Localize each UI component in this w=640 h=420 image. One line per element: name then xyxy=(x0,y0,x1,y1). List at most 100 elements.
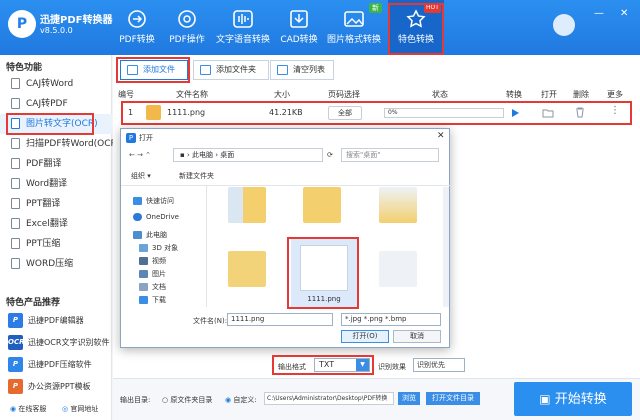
sidebar-item-ppt-translate[interactable]: PPT翻译 xyxy=(0,194,112,214)
start-convert-button[interactable]: ▣ 开始转换 xyxy=(514,382,632,416)
online-service-link[interactable]: ◉ 在线客服 xyxy=(10,404,46,414)
sidebar-item-excel-translate[interactable]: Excel翻译 xyxy=(0,214,112,234)
path-segment[interactable]: 此电脑 xyxy=(192,151,213,159)
sidebar-item-label: 扫描PDF转Word(OCR) xyxy=(26,139,121,149)
folder-thumbnail[interactable] xyxy=(228,251,266,287)
tree-item[interactable]: 快速访问 xyxy=(133,195,174,208)
radio-source-folder[interactable]: ○ 原文件夹目录 xyxy=(162,395,212,405)
add-file-icon xyxy=(127,65,138,75)
avatar[interactable] xyxy=(553,14,575,36)
sidebar-item-label: Word翻译 xyxy=(26,179,68,189)
tree-item[interactable]: 3D 对象 xyxy=(139,242,178,255)
clear-list-button[interactable]: 清空列表 xyxy=(270,60,334,80)
open-file-dialog: P 打开 ✕ ← → ⌃ ▪ › 此电脑 › 桌面 ⟳ 搜索"桌面" 组织 ▾ … xyxy=(120,128,451,348)
sidebar-item-word-translate[interactable]: Word翻译 xyxy=(0,174,112,194)
column-header: 编号 xyxy=(118,90,134,99)
chat-icon: ◉ xyxy=(10,405,17,413)
folder-thumbnail[interactable] xyxy=(228,187,266,223)
ppt-icon: P xyxy=(8,379,23,394)
open-output-folder-button[interactable]: 打开文件目录 xyxy=(426,392,480,405)
sidebar-section-title: 特色产品推荐 xyxy=(6,298,61,308)
product-ocr[interactable]: OCR 迅捷OCR文字识别软件 xyxy=(0,332,112,354)
tree-item[interactable]: 下载 xyxy=(139,294,166,307)
output-path-input[interactable]: C:\Users\Administrator\Desktop\PDF转换 xyxy=(264,392,394,405)
folder-icon xyxy=(200,65,211,75)
image-thumbnail xyxy=(300,245,348,291)
column-header: 删除 xyxy=(573,90,589,99)
sidebar-item-caj-pdf[interactable]: CAJ转PDF xyxy=(0,94,112,114)
add-folder-button[interactable]: 添加文件夹 xyxy=(193,60,269,80)
nav-voice[interactable]: 文字语音转换 xyxy=(212,0,274,55)
nav-label: 特色转换 xyxy=(397,35,434,45)
top-navigation-bar: P 迅捷PDF转换器 v8.5.0.0 PDF转换 PDF操作 文字语音转换 C… xyxy=(0,0,640,55)
nav-cad[interactable]: CAD转换 xyxy=(276,0,322,55)
column-header: 页码选择 xyxy=(328,90,360,99)
play-icon[interactable] xyxy=(510,108,520,118)
sidebar-item-label: CAJ转Word xyxy=(26,79,74,89)
nav-pdf-operate[interactable]: PDF操作 xyxy=(163,0,211,55)
app-title: 迅捷PDF转换器 xyxy=(40,15,113,26)
page-select[interactable]: 全部 xyxy=(328,106,362,120)
tree-item[interactable]: OneDrive xyxy=(133,211,179,224)
sidebar-item-ppt-compress[interactable]: PPT压缩 xyxy=(0,234,112,254)
selected-file-item[interactable]: 1111.png xyxy=(291,239,357,307)
effect-label: 识别效果 xyxy=(378,363,406,371)
address-bar[interactable]: ▪ › 此电脑 › 桌面 xyxy=(173,148,323,162)
product-label: 迅捷PDF编辑器 xyxy=(28,316,84,325)
start-label: 开始转换 xyxy=(554,392,607,407)
browse-button[interactable]: 浏览 xyxy=(398,392,420,405)
sidebar-item-label: PDF翻译 xyxy=(26,159,62,169)
tree-item[interactable]: 图片 xyxy=(139,268,166,281)
more-icon[interactable]: ⋮ xyxy=(610,105,620,116)
globe-icon: ◎ xyxy=(62,405,69,413)
dialog-close-icon[interactable]: ✕ xyxy=(437,131,445,141)
nav-pdf-convert[interactable]: PDF转换 xyxy=(113,0,161,55)
filetype-select[interactable]: *.jpg *.png *.bmp xyxy=(341,313,441,326)
product-label: 办公资源PPT模板 xyxy=(28,382,91,391)
sidebar-item-ocr[interactable]: 图片转文字(OCR) xyxy=(0,114,112,134)
folder-thumbnail[interactable] xyxy=(379,187,417,223)
product-compress[interactable]: P 迅捷PDF压缩软件 xyxy=(0,354,112,376)
voice-icon xyxy=(233,10,253,28)
scrollbar[interactable] xyxy=(443,187,449,307)
table-row[interactable]: 1 1111.png 41.21KB 全部 0% ⋮ xyxy=(118,103,632,123)
row-filename: 1111.png xyxy=(167,108,206,117)
tree-item[interactable]: 视频 xyxy=(139,255,166,268)
cloud-icon xyxy=(133,213,142,221)
filename-input[interactable]: 1111.png xyxy=(227,313,333,326)
add-file-button[interactable]: 添加文件 xyxy=(120,60,188,80)
sidebar-item-caj-word[interactable]: CAJ转Word xyxy=(0,74,112,94)
file-thumbnail[interactable] xyxy=(379,251,417,287)
format-select[interactable]: TXT ▼ xyxy=(314,358,370,372)
cancel-button[interactable]: 取消 xyxy=(393,330,441,343)
start-icon: ▣ xyxy=(539,392,551,406)
sidebar-item-pdf-translate[interactable]: PDF翻译 xyxy=(0,154,112,174)
organize-button[interactable]: 组织 ▾ xyxy=(131,171,151,181)
open-folder-icon[interactable] xyxy=(542,107,554,118)
back-forward-icon[interactable]: ← → ⌃ xyxy=(129,151,151,159)
sidebar-item-scan-ocr[interactable]: 扫描PDF转Word(OCR) xyxy=(0,134,120,154)
radio-custom[interactable]: ◉ 自定义: xyxy=(225,395,257,405)
tree-item[interactable]: 文档 xyxy=(139,281,166,294)
tree-item[interactable]: 此电脑 xyxy=(133,229,167,242)
refresh-icon[interactable]: ⟳ xyxy=(327,151,333,159)
sidebar-item-word-compress[interactable]: WORD压缩 xyxy=(0,254,112,274)
website-link[interactable]: ◎ 官网地址 xyxy=(62,404,98,414)
new-folder-button[interactable]: 新建文件夹 xyxy=(179,171,214,181)
product-ppt[interactable]: P 办公资源PPT模板 xyxy=(0,376,112,398)
open-button[interactable]: 打开(O) xyxy=(341,330,389,343)
format-label: 输出格式 xyxy=(278,363,306,371)
folder-thumbnail[interactable] xyxy=(303,187,341,223)
product-pdf-editor[interactable]: P 迅捷PDF编辑器 xyxy=(0,310,112,332)
tree-label: 视频 xyxy=(152,257,166,265)
nav-label: PDF转换 xyxy=(119,35,155,45)
sidebar-section-title: 特色功能 xyxy=(6,63,43,73)
effect-select[interactable]: 识别优先 xyxy=(413,358,465,372)
trash-icon[interactable] xyxy=(575,107,585,118)
app-logo: P xyxy=(8,10,36,38)
minimize-button[interactable]: — xyxy=(594,8,604,19)
close-button[interactable]: ✕ xyxy=(620,8,628,19)
path-segment[interactable]: 桌面 xyxy=(220,151,234,159)
dialog-search-input[interactable]: 搜索"桌面" xyxy=(341,148,439,162)
clear-list-label: 清空列表 xyxy=(293,65,325,74)
